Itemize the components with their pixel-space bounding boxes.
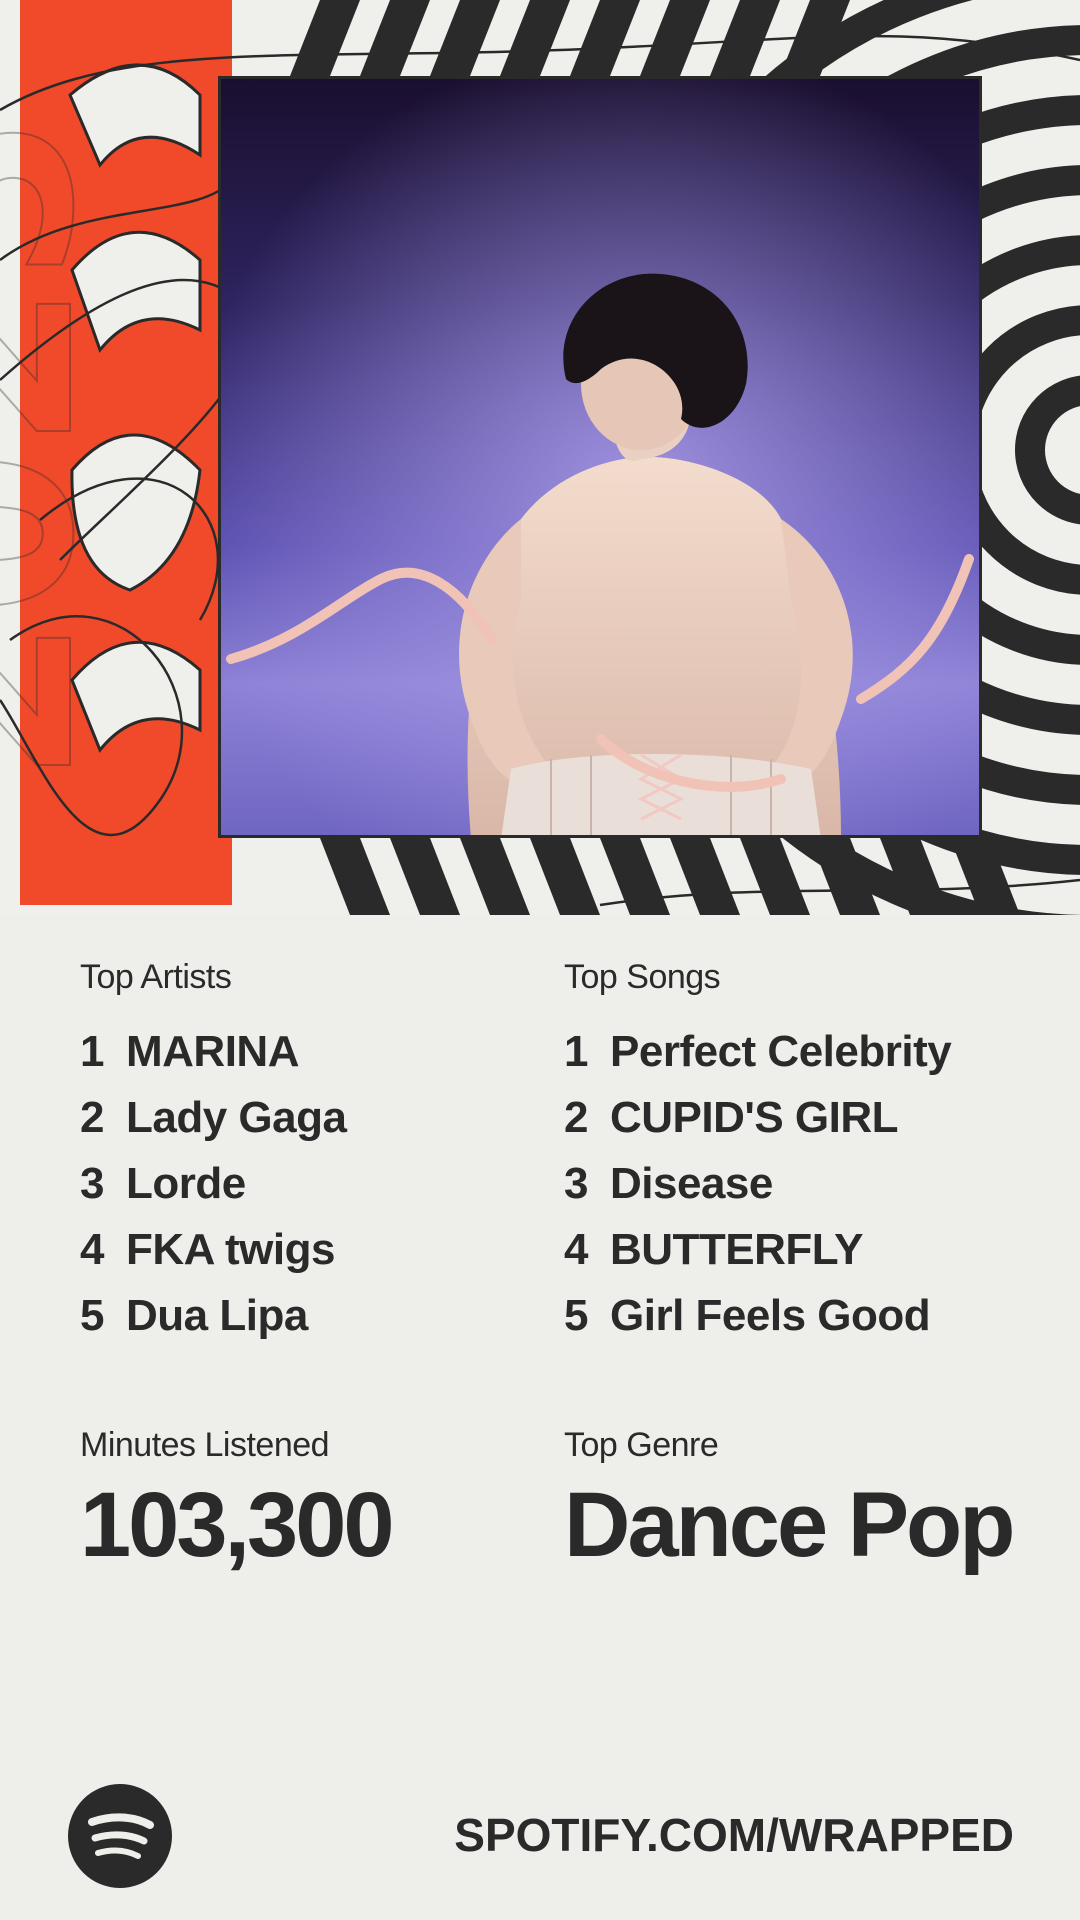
- top-artists-column: Top Artists 1 MARINA 2 Lady Gaga 3 Lorde 4F…: [80, 955, 540, 1349]
- list-item: 2 CUPID'S GIRL: [564, 1085, 1024, 1151]
- list-item: 4 FKA twigs: [80, 1217, 540, 1283]
- minutes-column: Minutes Listened 103,300: [80, 1423, 540, 1575]
- rank-number: 4: [564, 1225, 588, 1274]
- spotify-logo-icon[interactable]: [68, 1784, 172, 1888]
- top-songs-title: Top Songs: [564, 958, 721, 996]
- artist-name: MARINA: [126, 1027, 299, 1076]
- wrapped-card: 2025 Top Artists 1 MARINA 2 Lady Gaga 3 …: [0, 0, 1080, 1920]
- song-name: BUTTERFLY: [610, 1225, 864, 1274]
- list-item: 5 Girl Feels Good: [564, 1283, 1024, 1349]
- rank-number: 1: [80, 1027, 104, 1076]
- wrapped-link[interactable]: SPOTIFY.COM/WRAPPED: [454, 1808, 1014, 1862]
- artist-name: Dua Lipa: [126, 1291, 308, 1340]
- album-art-image: [221, 79, 979, 835]
- genre-column: Top Genre Dance Pop: [564, 1423, 1024, 1575]
- top-artists-list: 1 MARINA 2 Lady Gaga 3 Lorde 4 FKA twigs 5 Du…: [80, 1019, 540, 1349]
- artist-name: Lorde: [126, 1159, 246, 1208]
- hero-graphic: 2025: [0, 0, 1080, 915]
- song-name: CUPID'S GIRL: [610, 1093, 899, 1142]
- rank-number: 2: [80, 1093, 104, 1142]
- top-artists-title: Top Artists: [80, 958, 232, 996]
- song-name: Girl Feels Good: [610, 1291, 931, 1340]
- song-name: Perfect Celebrity: [610, 1027, 952, 1076]
- artist-name: FKA twigs: [126, 1225, 335, 1274]
- song-name: Disease: [610, 1159, 773, 1208]
- rank-number: 4: [80, 1225, 104, 1274]
- list-item: 1 Perfect Celebrity: [564, 1019, 1024, 1085]
- list-item: 5 Dua Lipa: [80, 1283, 540, 1349]
- minutes-value: 103,300: [80, 1474, 395, 1576]
- rank-number: 2: [564, 1093, 588, 1142]
- top-songs-list: 1 Perfect Celebrity 2 CUPID'S GIRL 3 Diseas…: [564, 1019, 1024, 1349]
- list-item: 2 Lady Gaga: [80, 1085, 540, 1151]
- rank-number: 1: [564, 1027, 588, 1076]
- rank-number: 5: [564, 1291, 588, 1340]
- rank-number: 3: [80, 1159, 104, 1208]
- minutes-title: Minutes Listened: [80, 1426, 330, 1464]
- list-item: 3 Lorde: [80, 1151, 540, 1217]
- list-item: 1 MARINA: [80, 1019, 540, 1085]
- genre-title: Top Genre: [564, 1426, 719, 1464]
- rank-number: 3: [564, 1159, 588, 1208]
- list-item: 4 BUTTERFLY: [564, 1217, 1024, 1283]
- album-cover: [218, 76, 982, 838]
- list-item: 3 Disease: [564, 1151, 1024, 1217]
- top-songs-column: Top Songs 1 Perfect Celebrity 2 CUPID'S GI…: [564, 955, 1024, 1349]
- genre-value: Dance Pop: [564, 1474, 1015, 1576]
- artist-name: Lady Gaga: [126, 1093, 347, 1142]
- rank-number: 5: [80, 1291, 104, 1340]
